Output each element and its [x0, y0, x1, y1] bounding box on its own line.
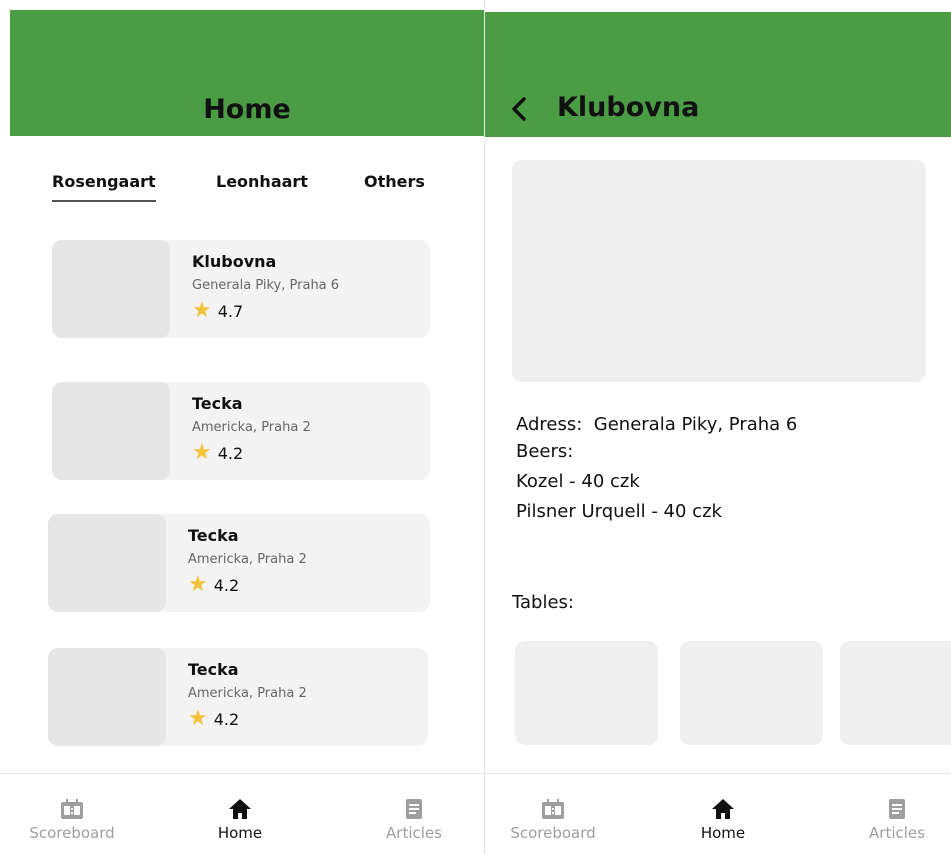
- rating-value: 4.2: [213, 709, 240, 729]
- app-bar: Klubovna: [485, 12, 951, 137]
- app-bar: Home: [10, 10, 484, 136]
- star-icon: ★: [192, 440, 212, 465]
- tab-leonhaart[interactable]: Leonhaart: [216, 172, 308, 191]
- star-icon: ★: [188, 706, 208, 731]
- home-icon: [229, 799, 251, 819]
- pub-thumbnail: [52, 382, 170, 480]
- pub-card[interactable]: Tecka Americka, Praha 2 ★ 4.2: [48, 648, 428, 746]
- pub-address: Americka, Praha 2: [188, 552, 307, 567]
- pub-card[interactable]: Tecka Americka, Praha 2 ★ 4.2: [48, 514, 430, 612]
- nav-label: Home: [700, 824, 746, 842]
- nav-label: Scoreboard: [29, 824, 115, 842]
- tab-rosengaart[interactable]: Rosengaart: [52, 172, 156, 202]
- nav-scoreboard[interactable]: Scoreboard: [12, 774, 132, 854]
- star-icon: ★: [192, 298, 212, 323]
- scoreboard-icon: [542, 799, 564, 819]
- rating-value: 4.2: [217, 443, 244, 463]
- page-title: Klubovna: [557, 92, 700, 123]
- pub-thumbnail: [52, 240, 170, 338]
- beer-item: Kozel - 40 czk: [516, 471, 640, 492]
- pub-image: [512, 160, 926, 382]
- rating-value: 4.7: [217, 301, 244, 321]
- table-card[interactable]: [840, 641, 951, 745]
- pub-name: Klubovna: [192, 252, 277, 271]
- nav-label: Articles: [386, 824, 442, 842]
- star-icon: ★: [188, 572, 208, 597]
- home-icon: [712, 799, 734, 819]
- pub-name: Tecka: [188, 526, 239, 545]
- articles-icon: [889, 799, 905, 819]
- table-card[interactable]: [515, 641, 658, 745]
- pub-rating: ★ 4.2: [192, 442, 243, 464]
- beer-item: Pilsner Urquell - 40 czk: [516, 501, 722, 522]
- bottom-nav: Scoreboard Home Articles: [0, 773, 484, 854]
- pub-detail-screen: Klubovna Adress: Generala Piky, Praha 6 …: [485, 0, 951, 854]
- pub-rating: ★ 4.7: [192, 300, 243, 322]
- rating-value: 4.2: [213, 575, 240, 595]
- page-title: Home: [203, 94, 291, 125]
- pub-rating: ★ 4.2: [188, 574, 239, 596]
- location-tabs: Rosengaart Leonhaart Others: [52, 172, 432, 208]
- pub-card[interactable]: Tecka Americka, Praha 2 ★ 4.2: [52, 382, 430, 480]
- nav-label: Scoreboard: [510, 824, 596, 842]
- articles-icon: [406, 799, 422, 819]
- pub-card[interactable]: Klubovna Generala Piky, Praha 6 ★ 4.7: [52, 240, 430, 338]
- back-arrow-icon[interactable]: [505, 94, 535, 124]
- pub-thumbnail: [48, 514, 166, 612]
- home-screen: Home Rosengaart Leonhaart Others Klubovn…: [0, 0, 484, 854]
- address-line: Adress: Generala Piky, Praha 6: [516, 414, 798, 435]
- beers-label: Beers:: [516, 441, 574, 462]
- nav-articles[interactable]: Articles: [354, 774, 474, 854]
- pub-address: Americka, Praha 2: [192, 420, 311, 435]
- tables-label: Tables:: [512, 592, 574, 613]
- pub-address: Americka, Praha 2: [188, 686, 307, 701]
- scoreboard-icon: [61, 799, 83, 819]
- nav-scoreboard[interactable]: Scoreboard: [493, 774, 613, 854]
- pub-name: Tecka: [192, 394, 243, 413]
- nav-articles[interactable]: Articles: [837, 774, 951, 854]
- nav-label: Articles: [869, 824, 925, 842]
- nav-home[interactable]: Home: [180, 774, 300, 854]
- bottom-nav: Scoreboard Home Articles: [485, 773, 951, 854]
- table-card[interactable]: [680, 641, 823, 745]
- nav-label: Home: [217, 824, 263, 842]
- pub-name: Tecka: [188, 660, 239, 679]
- pub-rating: ★ 4.2: [188, 708, 239, 730]
- nav-home[interactable]: Home: [663, 774, 783, 854]
- pub-thumbnail: [48, 648, 166, 746]
- tab-others[interactable]: Others: [364, 172, 425, 191]
- pub-address: Generala Piky, Praha 6: [192, 278, 340, 293]
